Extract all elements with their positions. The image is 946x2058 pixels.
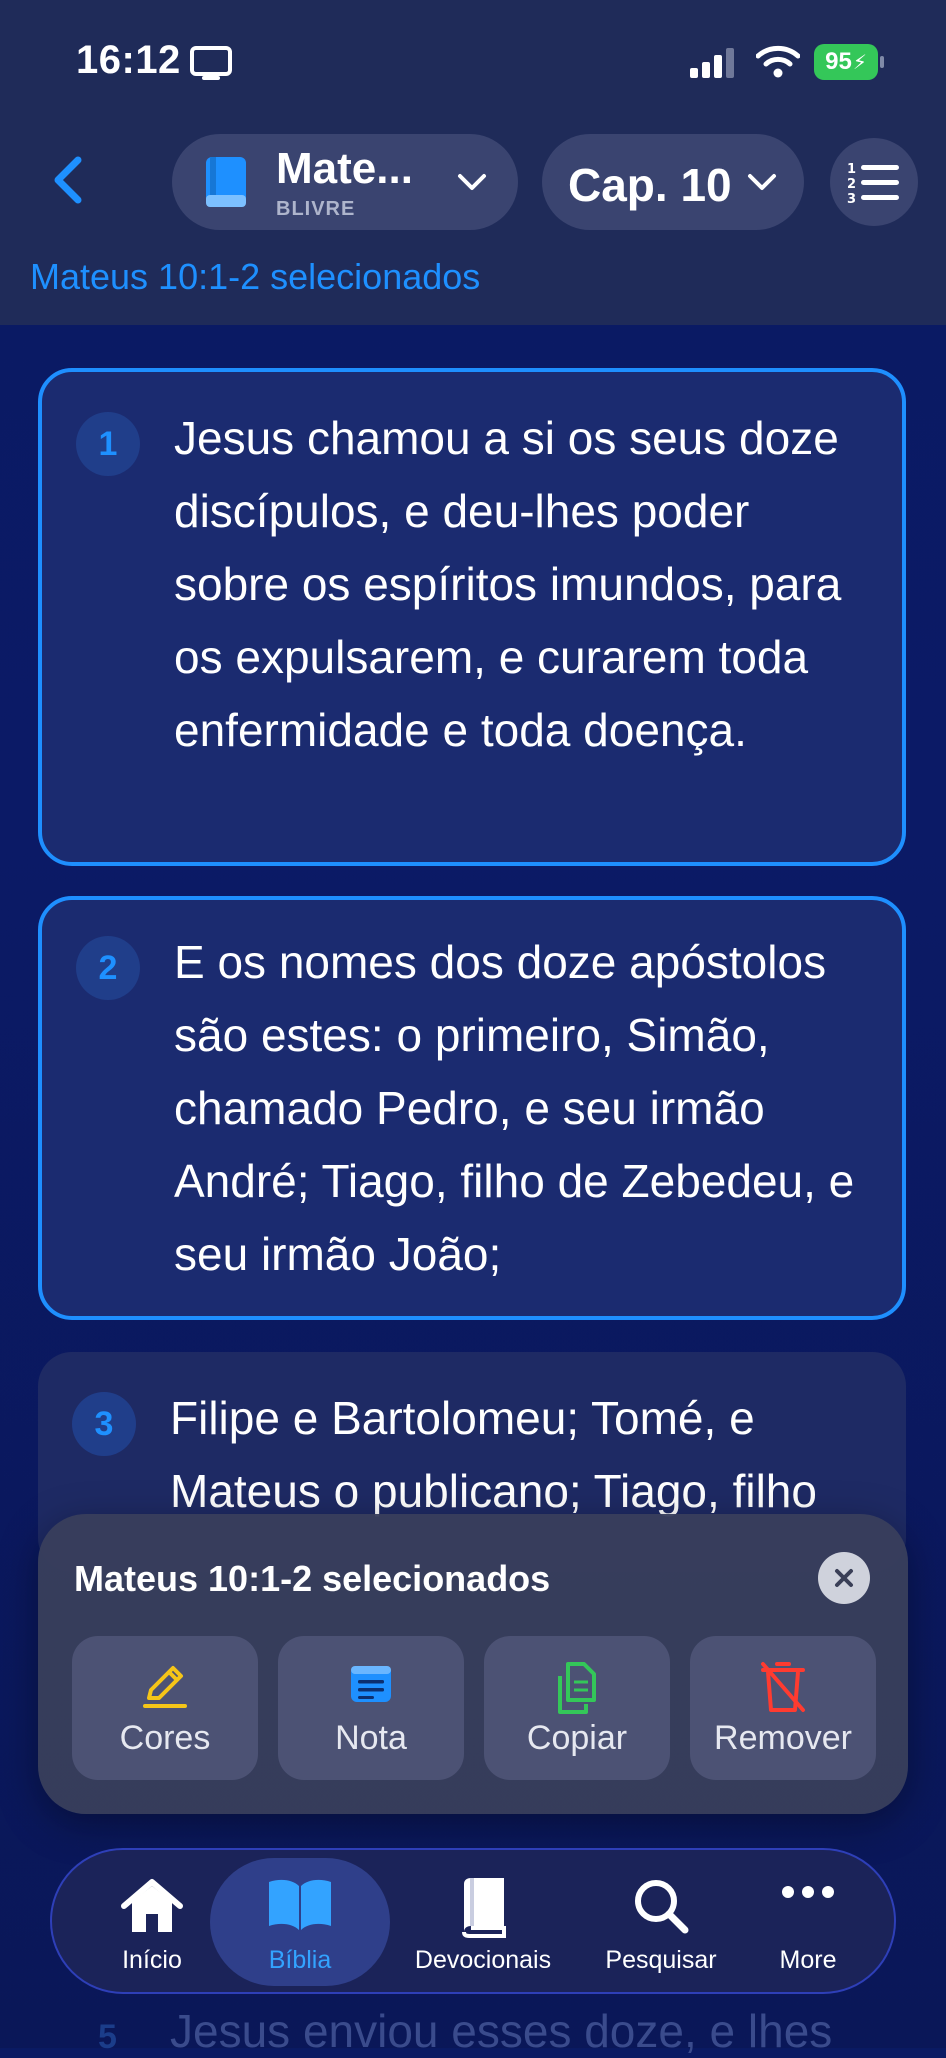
verse-card-1[interactable]: 1 Jesus chamou a si os seus doze discípu… xyxy=(38,368,906,866)
status-time: 16:12 xyxy=(76,38,181,82)
battery-level: 95 xyxy=(825,48,852,75)
home-icon xyxy=(121,1879,183,1932)
signal-icon xyxy=(690,48,736,83)
remove-label: Remover xyxy=(714,1719,852,1757)
wifi-icon xyxy=(755,44,801,83)
chapter-label: Cap. 10 xyxy=(568,159,732,211)
verse-number: 2 xyxy=(76,936,140,1000)
tab-search-label: Pesquisar xyxy=(605,1946,717,1974)
battery-tip xyxy=(880,56,884,68)
more-icon xyxy=(782,1886,834,1898)
tab-bible-label: Bíblia xyxy=(268,1946,332,1974)
copy-button[interactable]: Copiar xyxy=(484,1636,670,1780)
note-button[interactable]: Nota xyxy=(278,1636,464,1780)
note-label: Nota xyxy=(335,1719,407,1757)
tab-devotionals[interactable]: Devocionais xyxy=(390,1850,576,1992)
tab-bar: Início Bíblia Devocionais Pesquisar More xyxy=(50,1848,896,1994)
chevron-down-icon xyxy=(458,174,486,190)
book-selector[interactable]: Mate... BLIVRE xyxy=(172,134,518,230)
verse-card-2[interactable]: 2 E os nomes dos doze apóstolos são este… xyxy=(38,896,906,1320)
battery-indicator: 95 ⚡ xyxy=(814,44,878,80)
colors-button[interactable]: Cores xyxy=(72,1636,258,1780)
tab-devotionals-label: Devocionais xyxy=(414,1946,552,1974)
colors-label: Cores xyxy=(119,1719,211,1757)
copy-label: Copiar xyxy=(526,1719,628,1757)
pencil-icon xyxy=(143,1666,187,1708)
svg-text:1: 1 xyxy=(847,162,856,177)
charging-icon: ⚡ xyxy=(852,51,867,74)
book-title: Mate... xyxy=(276,144,413,193)
verse-number-peek: 5 xyxy=(98,2018,117,2056)
bible-version: BLIVRE xyxy=(276,198,356,220)
svg-text:3: 3 xyxy=(847,192,856,205)
copy-icon xyxy=(558,1662,596,1714)
chevron-down-icon xyxy=(748,174,776,190)
close-button[interactable] xyxy=(818,1552,870,1604)
tab-search[interactable]: Pesquisar xyxy=(576,1850,746,1992)
status-bar: 16:12 95 ⚡ xyxy=(0,0,946,120)
search-icon xyxy=(635,1880,689,1934)
trash-icon xyxy=(761,1662,805,1712)
verse-list-button[interactable]: 1 2 3 xyxy=(830,138,918,226)
verse-text-peek: Jesus enviou esses doze, e lhes xyxy=(170,2005,833,2057)
tab-home[interactable]: Início xyxy=(92,1850,212,1992)
chevron-left-icon xyxy=(54,156,82,204)
chapter-selector[interactable]: Cap. 10 xyxy=(542,134,804,230)
header: 16:12 95⚡ Mate... BLIVRE Cap. 10 1 2 3 xyxy=(0,0,946,325)
remove-button[interactable]: Remover xyxy=(690,1636,876,1780)
selection-action-sheet: Mateus 10:1-2 selecionados Cores Nota Co… xyxy=(38,1514,908,1814)
tab-more[interactable]: More xyxy=(746,1850,870,1992)
screen-mirroring-icon xyxy=(190,46,232,87)
open-book-icon xyxy=(269,1879,331,1930)
back-button[interactable] xyxy=(40,150,100,210)
close-icon xyxy=(835,1569,853,1587)
selection-banner: Mateus 10:1-2 selecionados xyxy=(30,256,481,297)
book-icon xyxy=(462,1878,506,1938)
numbered-list-icon: 1 2 3 xyxy=(847,162,899,205)
note-icon xyxy=(351,1666,391,1702)
verse-text: Filipe e Bartolomeu; Tomé, e Mateus o pu… xyxy=(170,1392,817,1517)
sheet-title: Mateus 10:1-2 selecionados xyxy=(74,1558,551,1599)
verse-text: Jesus chamou a si os seus doze discípulo… xyxy=(174,412,842,756)
verse-text: E os nomes dos doze apóstolos são estes:… xyxy=(174,936,855,1280)
tab-bible[interactable]: Bíblia xyxy=(210,1850,390,1992)
book-icon xyxy=(206,157,246,207)
verse-number: 1 xyxy=(76,412,140,476)
tab-more-label: More xyxy=(779,1946,837,1974)
verse-number: 3 xyxy=(72,1392,136,1456)
tab-home-label: Início xyxy=(122,1946,182,1974)
svg-text:2: 2 xyxy=(847,177,856,192)
